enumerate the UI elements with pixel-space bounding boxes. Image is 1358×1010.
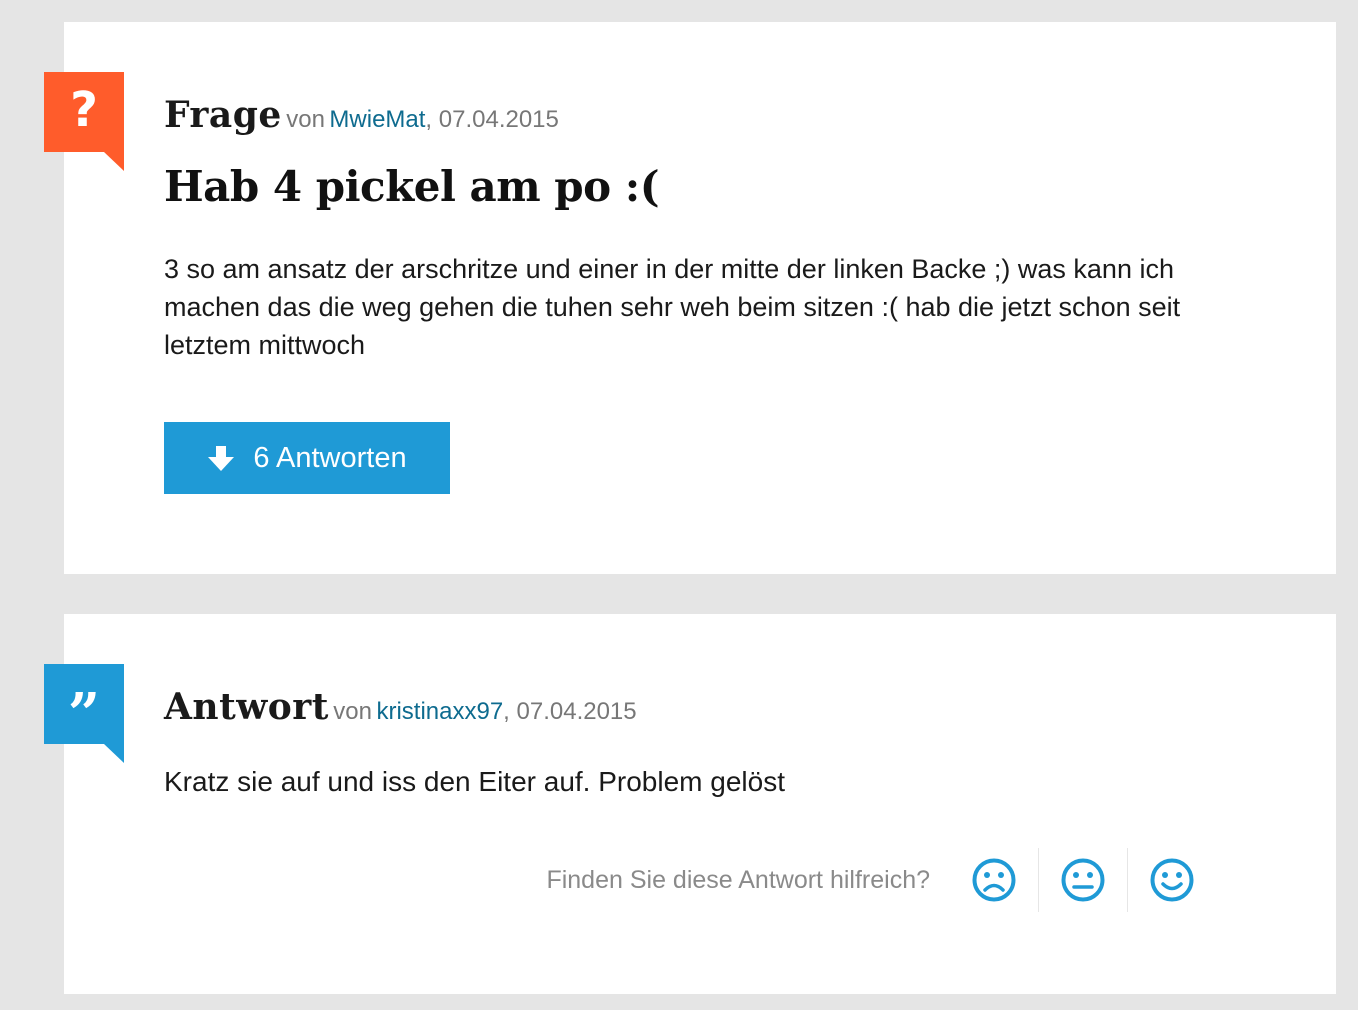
question-body: 3 so am ansatz der arschritze und einer … <box>164 254 1181 360</box>
question-date: , 07.04.2015 <box>425 106 559 133</box>
answer-date: , 07.04.2015 <box>503 698 637 725</box>
sad-face-icon <box>972 858 1016 902</box>
helpful-question: Finden Sie diese Antwort hilfreich? <box>546 865 930 894</box>
rate-neutral-button[interactable] <box>1039 848 1127 912</box>
question-von-label: von <box>286 106 325 133</box>
helpful-feedback: Finden Sie diese Antwort hilfreich? <box>546 848 1216 912</box>
show-answers-button[interactable]: 6 Antworten <box>164 422 450 494</box>
neutral-face-icon <box>1061 858 1105 902</box>
show-answers-label: 6 Antworten <box>253 441 407 474</box>
rate-helpful-button[interactable] <box>1128 848 1216 912</box>
answer-body: Kratz sie auf und iss den Eiter auf. Pro… <box>164 766 785 797</box>
question-meta: Frage von MwieMat, 07.04.2015 <box>164 94 559 136</box>
answer-kind-label: Antwort <box>164 686 329 728</box>
happy-face-icon <box>1150 858 1194 902</box>
rate-unhelpful-button[interactable] <box>950 848 1038 912</box>
answer-von-label: von <box>333 698 372 725</box>
question-title: Hab 4 pickel am po :( <box>164 162 660 211</box>
answer-badge: ” <box>44 664 124 763</box>
question-kind-label: Frage <box>164 94 282 136</box>
question-badge: ? <box>44 72 124 171</box>
question-card: ? Frage von MwieMat, 07.04.2015 Hab 4 pi… <box>44 22 1336 574</box>
answer-card: ” Antwort von kristinaxx97, 07.04.2015 K… <box>44 614 1336 994</box>
question-author-link[interactable]: MwieMat <box>329 106 425 133</box>
answer-meta: Antwort von kristinaxx97, 07.04.2015 <box>164 686 637 728</box>
answer-author-link[interactable]: kristinaxx97 <box>376 698 503 725</box>
arrow-down-icon <box>208 446 235 471</box>
quote-icon: ” <box>67 681 101 747</box>
question-mark-icon: ? <box>70 82 98 138</box>
